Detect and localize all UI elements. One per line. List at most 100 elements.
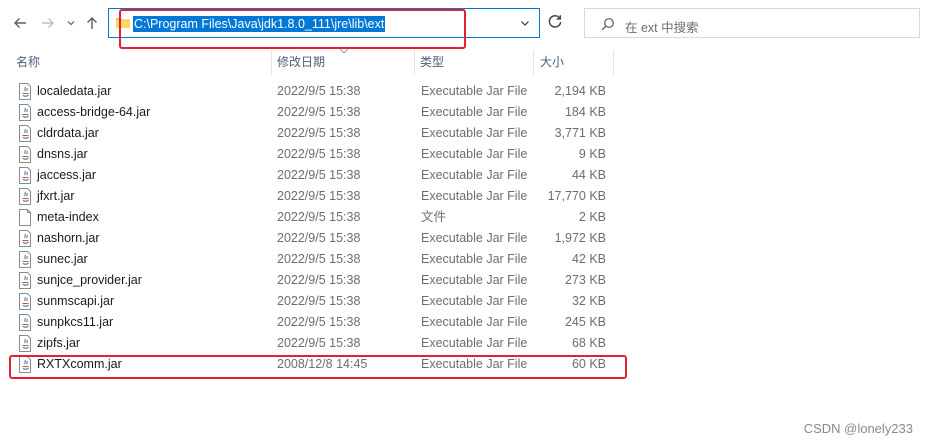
file-name: cldrdata.jar [37,126,99,140]
file-date: 2022/9/5 15:38 [277,147,361,161]
file-date: 2022/9/5 15:38 [277,126,361,140]
file-row[interactable]: jfxrt.jar 2022/9/5 15:38 Executable Jar … [0,186,927,207]
file-size: 9 KB [578,147,606,161]
refresh-icon[interactable] [546,13,564,31]
address-highlight-box [119,9,466,49]
file-name: nashorn.jar [37,231,100,245]
file-name: sunmscapi.jar [37,294,115,308]
file-row[interactable]: localedata.jar 2022/9/5 15:38 Executable… [0,81,927,102]
file-name: access-bridge-64.jar [37,105,151,119]
jar-file-icon [19,251,31,268]
file-size: 2 KB [578,210,606,224]
file-name: sunpkcs11.jar [37,315,114,329]
column-date-modified[interactable]: 修改日期 [271,50,415,75]
file-date: 2022/9/5 15:38 [277,210,361,224]
recent-locations-button[interactable] [64,12,78,34]
file-name: sunjce_provider.jar [37,273,142,287]
jar-file-icon [19,293,31,310]
file-size: 44 KB [571,168,606,182]
file-name: localedata.jar [37,84,112,98]
search-input[interactable]: 在 ext 中搜索 [584,8,920,38]
jar-file-icon [19,167,31,184]
file-size: 42 KB [571,252,606,266]
jar-file-icon [19,125,31,142]
file-type: Executable Jar File [421,273,528,287]
search-icon [601,18,614,31]
file-row[interactable]: sunjce_provider.jar 2022/9/5 15:38 Execu… [0,270,927,291]
file-name: zipfs.jar [37,336,81,350]
file-name: jfxrt.jar [37,189,75,203]
watermark: CSDN @lonely233 [803,421,913,436]
file-highlight-box [9,355,627,379]
arrow-right-icon [42,18,54,28]
column-header: 名称 修改日期 类型 大小 [0,48,927,75]
file-size: 273 KB [564,273,606,287]
file-type: Executable Jar File [421,189,528,203]
forward-button[interactable] [38,12,58,34]
file-date: 2022/9/5 15:38 [277,273,361,287]
file-name: jaccess.jar [37,168,97,182]
file-name: dnsns.jar [37,147,88,161]
jar-file-icon [19,83,31,100]
file-size: 2,194 KB [554,84,606,98]
file-size: 184 KB [564,105,606,119]
file-row[interactable]: dnsns.jar 2022/9/5 15:38 Executable Jar … [0,144,927,165]
up-button[interactable] [82,12,102,34]
file-date: 2022/9/5 15:38 [277,315,361,329]
file-date: 2022/9/5 15:38 [277,231,361,245]
file-type: 文件 [421,210,447,224]
back-button[interactable] [10,12,30,34]
file-size: 68 KB [571,336,606,350]
file-type: Executable Jar File [421,252,528,266]
blank-file-icon [19,209,31,226]
column-name[interactable]: 名称 [10,50,272,75]
file-type: Executable Jar File [421,84,528,98]
file-name: meta-index [37,210,99,224]
file-row[interactable]: meta-index 2022/9/5 15:38 文件 2 KB [0,207,927,228]
file-size: 245 KB [564,315,606,329]
navigation-toolbar: C:\Program Files\Java\jdk1.8.0_111\jre\l… [0,0,927,49]
file-size: 3,771 KB [554,126,606,140]
file-type: Executable Jar File [421,336,528,350]
file-name: sunec.jar [37,252,88,266]
file-date: 2022/9/5 15:38 [277,294,361,308]
chevron-down-icon [67,21,75,26]
arrow-up-icon [87,17,97,29]
jar-file-icon [19,272,31,289]
jar-file-icon [19,314,31,331]
file-row[interactable]: sunec.jar 2022/9/5 15:38 Executable Jar … [0,249,927,270]
file-date: 2022/9/5 15:38 [277,336,361,350]
file-type: Executable Jar File [421,147,528,161]
column-size[interactable]: 大小 [534,50,614,75]
file-row[interactable]: nashorn.jar 2022/9/5 15:38 Executable Ja… [0,228,927,249]
jar-file-icon [19,230,31,247]
file-date: 2022/9/5 15:38 [277,168,361,182]
search-placeholder: 在 ext 中搜索 [625,21,699,35]
file-row[interactable]: access-bridge-64.jar 2022/9/5 15:38 Exec… [0,102,927,123]
file-type: Executable Jar File [421,294,528,308]
jar-file-icon [19,104,31,121]
file-date: 2022/9/5 15:38 [277,252,361,266]
file-row[interactable]: jaccess.jar 2022/9/5 15:38 Executable Ja… [0,165,927,186]
file-size: 1,972 KB [554,231,606,245]
arrow-left-icon [14,18,26,28]
file-type: Executable Jar File [421,126,528,140]
file-row[interactable]: sunpkcs11.jar 2022/9/5 15:38 Executable … [0,312,927,333]
file-row[interactable]: cldrdata.jar 2022/9/5 15:38 Executable J… [0,123,927,144]
file-date: 2022/9/5 15:38 [277,84,361,98]
jar-file-icon [19,335,31,352]
file-row[interactable]: sunmscapi.jar 2022/9/5 15:38 Executable … [0,291,927,312]
file-type: Executable Jar File [421,105,528,119]
jar-file-icon [19,188,31,205]
file-date: 2022/9/5 15:38 [277,189,361,203]
chevron-down-icon[interactable] [519,17,531,29]
file-size: 17,770 KB [547,189,606,203]
file-type: Executable Jar File [421,315,528,329]
file-date: 2022/9/5 15:38 [277,105,361,119]
file-list: localedata.jar 2022/9/5 15:38 Executable… [0,81,927,375]
file-row[interactable]: zipfs.jar 2022/9/5 15:38 Executable Jar … [0,333,927,354]
file-size: 32 KB [571,294,606,308]
file-type: Executable Jar File [421,168,528,182]
column-type[interactable]: 类型 [414,50,534,75]
jar-file-icon [19,146,31,163]
